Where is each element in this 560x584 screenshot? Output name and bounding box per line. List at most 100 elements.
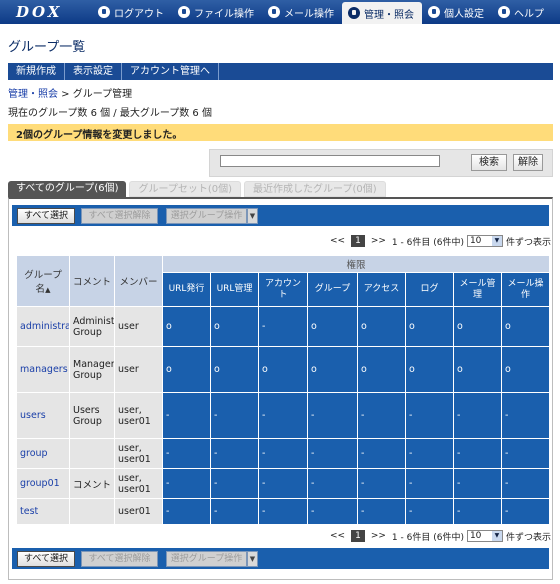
col-permissions: 権限 [161, 255, 551, 273]
cell-permission: - [357, 468, 406, 499]
pager-prev[interactable]: << [330, 531, 345, 541]
group-name-link[interactable]: test [20, 506, 38, 517]
cell-permission: - [405, 438, 454, 469]
cell-permission: - [162, 392, 211, 439]
cell-permission: - [405, 392, 454, 439]
group-name-link[interactable]: group [20, 448, 48, 459]
group-tabs: すべてのグループ(6個) グループセット(0個) 最近作成したグループ(0個) [8, 181, 389, 197]
group-ops-button[interactable]: 選択グループ操作 [166, 208, 247, 224]
cell-members: user, user01 [114, 392, 163, 439]
group-name-link[interactable]: managers [20, 364, 68, 375]
nav-mail-ops-label: メール操作 [284, 8, 334, 20]
pager-next[interactable]: >> [371, 531, 386, 541]
help-icon [498, 6, 510, 18]
group-table: グループ名▲ コメント メンバー 権限 URL発行 URL管理 アカウント グループア… [16, 255, 551, 525]
dox-logo: DOX [16, 3, 63, 21]
pager-top: << 1 >> 1 - 6件目 (6件中) 10 ▼ 件ずつ表示 [330, 234, 551, 248]
select-all-button[interactable]: すべて選択 [17, 208, 75, 224]
cell-permission: - [307, 468, 358, 499]
cell-permission: - [500, 468, 551, 499]
select-all-button[interactable]: すべて選択 [17, 551, 75, 567]
cell-permission: - [307, 438, 358, 469]
breadcrumb-current: > グループ管理 [58, 89, 133, 100]
chevron-down-icon[interactable]: ▼ [247, 551, 258, 567]
pager-current-page: 1 [351, 235, 365, 247]
cell-members: user, user01 [114, 438, 163, 469]
cell-permission: - [210, 392, 259, 439]
cell-permission: - [258, 498, 308, 525]
nav-help-label: ヘルプ [514, 8, 544, 20]
nav-logout[interactable]: ログアウト [92, 0, 172, 24]
tab-all-groups[interactable]: すべてのグループ(6個) [8, 181, 127, 197]
group-name-link[interactable]: administrators [20, 321, 69, 332]
cell-comment [69, 498, 115, 525]
change-notice: 2個のグループ情報を変更しました。 [8, 124, 553, 141]
menu-account-management[interactable]: アカウント管理へ [122, 63, 219, 80]
tab-recent-groups[interactable]: 最近作成したグループ(0個) [244, 181, 386, 197]
deselect-all-button[interactable]: すべて選択解除 [81, 551, 158, 567]
menu-display-settings[interactable]: 表示設定 [65, 63, 122, 80]
nav-help[interactable]: ヘルプ [492, 0, 552, 24]
cell-comment: Administrators Group [69, 306, 115, 347]
nav-personal[interactable]: 個人設定 [422, 0, 492, 24]
search-area: 検索 解除 [209, 149, 553, 177]
col-perm-4: アクセス [357, 272, 406, 307]
clear-button[interactable]: 解除 [513, 154, 543, 171]
cell-group-name: test [16, 498, 70, 525]
pager-bottom: << 1 >> 1 - 6件目 (6件中) 10 ▼ 件ずつ表示 [330, 529, 551, 543]
col-perm-6: メール管理 [453, 272, 502, 307]
group-ops-button[interactable]: 選択グループ操作 [166, 551, 247, 567]
breadcrumb-admin-link[interactable]: 管理・照会 [8, 89, 58, 100]
cell-permission: - [405, 468, 454, 499]
nav-admin[interactable]: 管理・照会 [342, 2, 422, 24]
search-button[interactable]: 検索 [471, 154, 507, 171]
cell-comment [69, 438, 115, 469]
per-page-select[interactable]: 10 ▼ [466, 235, 503, 247]
deselect-all-button[interactable]: すべて選択解除 [81, 208, 158, 224]
nav-mail-ops[interactable]: メール操作 [262, 0, 342, 24]
per-page-select[interactable]: 10 ▼ [466, 530, 503, 542]
cell-permission: - [258, 468, 308, 499]
cell-permission: - [500, 498, 551, 525]
cell-permission: - [258, 392, 308, 439]
per-page-suffix: 件ずつ表示 [505, 237, 551, 248]
search-input[interactable] [220, 155, 440, 167]
cell-permission: - [405, 498, 454, 525]
breadcrumb: 管理・照会 > グループ管理 [8, 85, 132, 100]
cell-permission: o [453, 306, 502, 347]
chevron-down-icon: ▼ [491, 531, 502, 541]
cell-permission: o [357, 346, 406, 393]
pager-next[interactable]: >> [371, 236, 386, 246]
col-members: メンバー [114, 255, 163, 307]
menu-create-new[interactable]: 新規作成 [8, 63, 65, 80]
table-row: users Users Group user, user01- - - - - - - - [16, 392, 551, 439]
group-name-link[interactable]: users [20, 410, 46, 421]
col-perm-5: ログ [405, 272, 454, 307]
chevron-down-icon[interactable]: ▼ [247, 208, 258, 224]
action-bar-top: すべて選択 すべて選択解除 選択グループ操作 ▼ [12, 205, 549, 226]
pager-current-page: 1 [351, 530, 365, 542]
col-group-name[interactable]: グループ名▲ [16, 255, 70, 307]
pager-range: 1 - 6件目 (6件中) [391, 532, 464, 543]
col-perm-2: アカウント [258, 272, 308, 307]
per-page-value: 10 [467, 236, 492, 246]
page-title: グループ一覧 [8, 40, 86, 55]
table-row: managersManagers Groupuseroooooooo [16, 346, 551, 393]
cell-permission: - [357, 392, 406, 439]
group-name-link[interactable]: group01 [20, 478, 60, 489]
cell-group-name: users [16, 392, 70, 439]
chevron-down-icon: ▼ [491, 236, 502, 246]
cell-permission: o [453, 346, 502, 393]
table-row: group user, user01- - - - - - - - [16, 438, 551, 469]
file-icon [178, 6, 190, 18]
cell-permission: o [162, 306, 211, 347]
nav-file-ops[interactable]: ファイル操作 [172, 0, 262, 24]
cell-permission: - [357, 438, 406, 469]
tab-group-sets[interactable]: グループセット(0個) [129, 181, 242, 197]
cell-permission: o [357, 306, 406, 347]
pager-prev[interactable]: << [330, 236, 345, 246]
nav-logout-label: ログアウト [114, 8, 164, 20]
action-bar-bottom: すべて選択 すべて選択解除 選択グループ操作 ▼ [12, 548, 549, 569]
top-nav-bar: DOX ログアウト ファイル操作 メール操作 管理・照会 個人設定 ヘルプ [0, 0, 560, 24]
cell-permission: o [307, 346, 358, 393]
